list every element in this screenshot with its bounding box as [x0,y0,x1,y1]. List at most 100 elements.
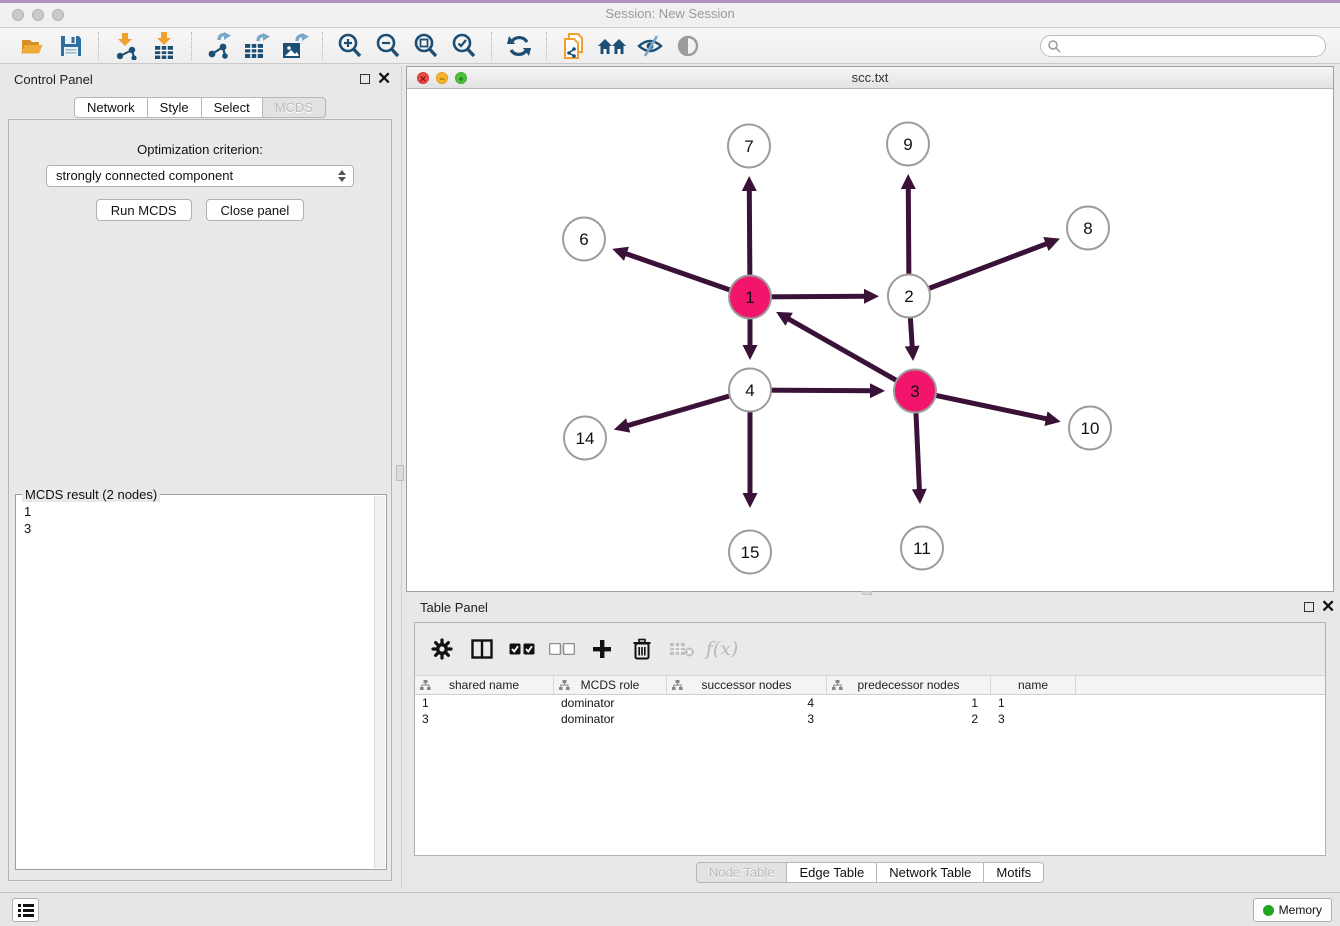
column-header-predecessor-nodes[interactable]: predecessor nodes [827,676,991,694]
node-table: f(x) shared nameMCDS rolesuccessor nodes… [414,622,1326,856]
control-tab-mcds[interactable]: MCDS [262,97,326,118]
table-tab-edge-table[interactable]: Edge Table [786,862,877,883]
table-settings-button[interactable] [425,632,459,666]
column-header-shared-name[interactable]: shared name [415,676,554,694]
control-tab-select[interactable]: Select [201,97,263,118]
control-tab-network[interactable]: Network [74,97,148,118]
arrowhead-2-9 [901,174,916,189]
create-column-button[interactable] [585,632,619,666]
hide-details-button[interactable] [631,31,669,61]
result-scrollbar[interactable] [374,496,385,868]
table-tab-motifs[interactable]: Motifs [983,862,1044,883]
column-layout-button[interactable] [465,632,499,666]
hierarchy-icon [672,680,683,691]
cell-shared-name[interactable]: 1 [415,695,554,711]
node-label-11: 11 [913,539,931,558]
export-image-button[interactable] [276,31,314,61]
network-canvas[interactable]: 7968124314101511 [407,89,1333,591]
hierarchy-icon [420,680,431,691]
toolbar-separator [322,32,323,60]
column-header-name[interactable]: name [991,676,1076,694]
delete-table-button[interactable] [665,632,699,666]
close-table-panel-icon[interactable]: ✕ [1321,596,1335,618]
floppy-disk-icon [59,34,83,58]
search-input[interactable] [1061,37,1325,55]
export-image-icon [280,32,310,60]
cell-successor-nodes[interactable]: 4 [667,695,827,711]
cell-name[interactable]: 3 [991,711,1076,727]
node-label-7: 7 [744,137,753,156]
table-toolbar: f(x) [415,623,1325,675]
close-panel-button[interactable]: Close panel [206,199,305,221]
arrowhead-2-3 [905,346,920,361]
edge-2-8[interactable] [909,243,1050,296]
export-table-icon [242,32,272,60]
fx-icon: f(x) [706,638,739,660]
cell-predecessor-nodes[interactable]: 2 [827,711,991,727]
houses-icon [597,33,627,59]
function-builder-button[interactable]: f(x) [705,632,739,666]
zoom-in-button[interactable] [331,31,369,61]
control-tab-style[interactable]: Style [147,97,202,118]
memory-status-icon [1263,905,1274,916]
close-panel-icon[interactable]: ✕ [377,68,391,90]
show-details-button[interactable] [669,31,707,61]
float-table-panel-icon[interactable] [1304,602,1314,612]
export-table-button[interactable] [238,31,276,61]
trash-icon [632,638,652,660]
criterion-select[interactable]: strongly connected component [46,165,354,187]
import-network-button[interactable] [107,31,145,61]
cell-shared-name[interactable]: 3 [415,711,554,727]
houses-button[interactable] [593,31,631,61]
cell-predecessor-nodes[interactable]: 1 [827,695,991,711]
control-panel-tabs: NetworkStyleSelectMCDS [0,97,400,118]
node-label-14: 14 [576,429,595,448]
zoom-selected-button[interactable] [445,31,483,61]
plus-icon [592,639,612,659]
export-network-icon [205,32,233,60]
search-field[interactable] [1040,35,1326,57]
network-graph: 7968124314101511 [407,89,1333,591]
delete-column-button[interactable] [625,632,659,666]
memory-button[interactable]: Memory [1253,898,1332,922]
table-row[interactable]: 1dominator411 [415,695,1325,711]
unselect-all-columns-button[interactable] [545,632,579,666]
run-mcds-button[interactable]: Run MCDS [96,199,192,221]
column-header-MCDS-role[interactable]: MCDS role [554,676,667,694]
horizontal-splitter-handle[interactable] [862,591,872,595]
cell-successor-nodes[interactable]: 3 [667,711,827,727]
table-row[interactable]: 3dominator323 [415,711,1325,727]
open-session-button[interactable] [14,31,52,61]
unchecked-boxes-icon [549,643,575,655]
export-network-button[interactable] [200,31,238,61]
refresh-view-button[interactable] [500,31,538,61]
vertical-splitter-handle[interactable] [396,465,404,481]
cell-MCDS-role[interactable]: dominator [554,695,667,711]
zoom-in-icon [336,32,364,60]
arrowhead-1-2 [864,289,879,304]
float-panel-icon[interactable] [360,74,370,84]
cell-MCDS-role[interactable]: dominator [554,711,667,727]
edge-3-1[interactable] [786,317,915,391]
import-table-button[interactable] [145,31,183,61]
column-header-successor-nodes[interactable]: successor nodes [667,676,827,694]
table-tab-network-table[interactable]: Network Table [876,862,984,883]
zoom-fit-button[interactable] [407,31,445,61]
select-stepper-icon [336,168,348,184]
arrowhead-4-3 [870,383,885,398]
arrowhead-4-14 [614,418,630,432]
documents-share-button[interactable] [555,31,593,61]
task-history-button[interactable] [12,898,39,922]
table-tab-node-table[interactable]: Node Table [696,862,788,883]
save-session-button[interactable] [52,31,90,61]
network-window-titlebar: ✕ − + scc.txt [407,67,1333,89]
select-all-columns-button[interactable] [505,632,539,666]
toolbar-separator [491,32,492,60]
mcds-result-box: MCDS result (2 nodes) 1 3 [15,494,387,870]
zoom-out-button[interactable] [369,31,407,61]
eye-slash-icon [636,33,664,59]
cell-name[interactable]: 1 [991,695,1076,711]
control-panel-header: Control Panel ✕ [0,68,400,92]
node-label-8: 8 [1083,219,1092,238]
mcds-result-content: 1 3 [24,503,372,867]
